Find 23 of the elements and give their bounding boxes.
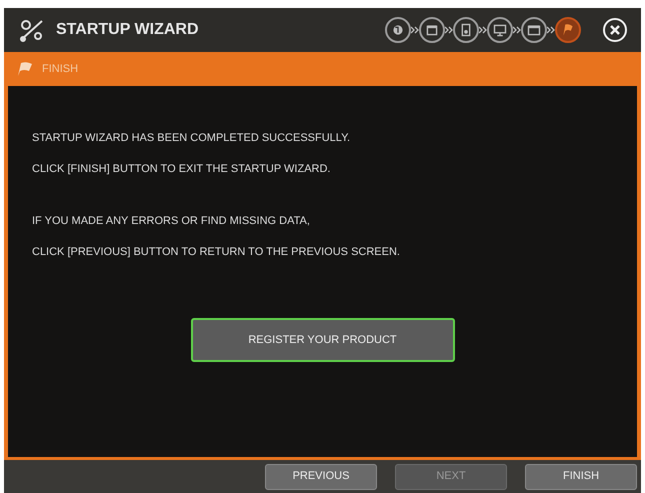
close-button[interactable] [603, 18, 627, 42]
section-title: FINISH [42, 62, 78, 77]
chevron-icon [547, 26, 555, 34]
close-icon [610, 25, 620, 35]
window-title: STARTUP WIZARD [56, 20, 199, 40]
step-indicator[interactable] [419, 17, 445, 43]
step-indicator[interactable] [385, 17, 411, 43]
chevron-icon [513, 26, 521, 34]
flag-icon [16, 61, 34, 77]
step-indicator[interactable] [555, 17, 581, 43]
footer-button[interactable]: PREVIOUS [265, 464, 377, 490]
step-indicator[interactable] [487, 17, 513, 43]
chevron-icon [479, 26, 487, 34]
message-text: CLICK [FINISH] BUTTON TO EXIT THE STARTUP WIZARD. [32, 162, 332, 176]
chevron-icon [411, 26, 419, 34]
message-text: STARTUP WIZARD HAS BEEN COMPLETED SUCCESSFULLY. [32, 131, 352, 146]
footer-button[interactable]: FINISH [525, 464, 637, 490]
step-indicator[interactable] [521, 17, 547, 43]
register-button[interactable]: REGISTER YOUR PRODUCT [190, 318, 454, 362]
message-text: CLICK [PREVIOUS] BUTTON TO RETURN TO THE PREVIOUS SCREEN. [32, 244, 401, 260]
message-text: IF YOU MADE ANY ERRORS OR FIND MISSING DATA, [32, 214, 311, 229]
step-indicator[interactable] [453, 17, 479, 43]
chevron-icon [445, 26, 453, 34]
